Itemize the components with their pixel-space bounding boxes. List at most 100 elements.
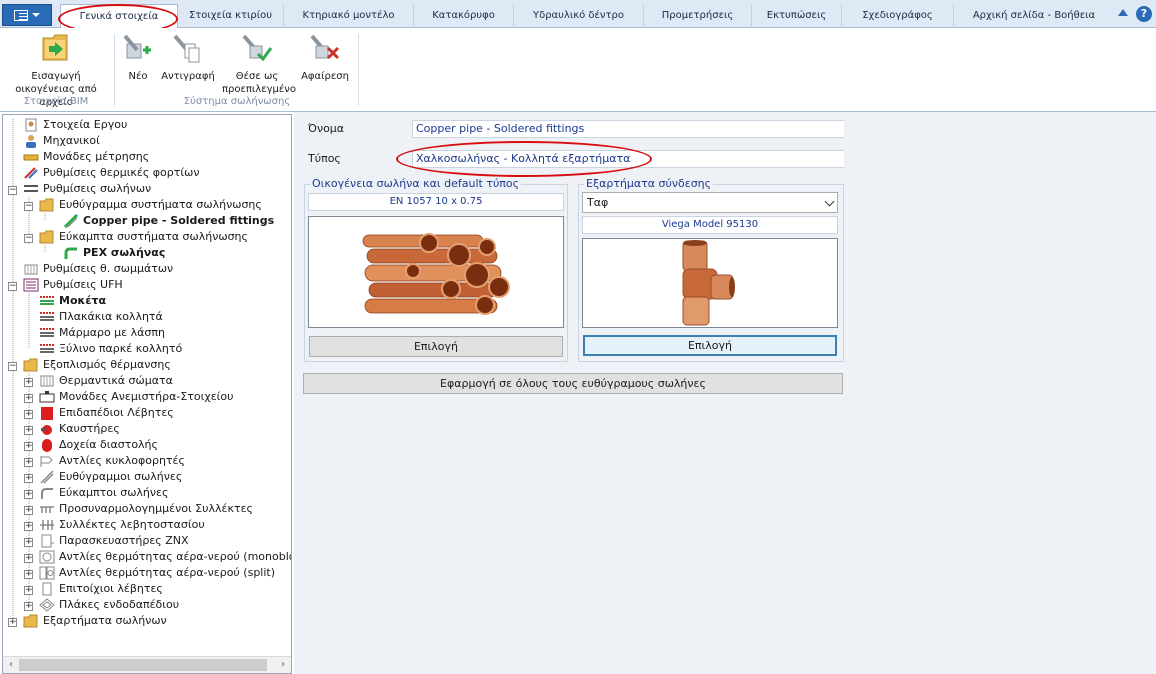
tab-hydraulic-tree[interactable]: Υδραυλικό δέντρο: [514, 4, 644, 28]
tree-item-pipe-settings[interactable]: Ρυθμίσεις σωλήνων: [23, 181, 151, 197]
ribbon-tab-bar: Γενικά στοιχεία Στοιχεία κτιρίου Κτηριακ…: [0, 0, 1156, 29]
tree-item-engineers[interactable]: Μηχανικοί: [23, 133, 100, 149]
pipe-family-select-button[interactable]: Επιλογή: [309, 336, 563, 357]
tree-item-straight-systems[interactable]: Ευθύγραμμα συστήματα σωλήνωσης: [39, 197, 262, 213]
wall-boiler-icon: [39, 582, 55, 596]
tab-drafter[interactable]: Σχεδιογράφος: [842, 4, 954, 28]
tree-item-thermal-loads[interactable]: Ρυθμίσεις θερμικές φορτίων: [23, 165, 199, 181]
collapse-icon[interactable]: −: [8, 362, 17, 371]
tab-quantities[interactable]: Προμετρήσεις: [644, 4, 752, 28]
copy-button[interactable]: Αντιγραφή: [160, 30, 216, 83]
tree-item-flexible-systems[interactable]: Εύκαμπτα συστήματα σωλήνωσης: [39, 229, 248, 245]
tree-item-label: Ξύλινο παρκέ κολλητό: [59, 342, 183, 355]
tree-item-carpet[interactable]: Μοκέτα: [39, 293, 106, 309]
tree-item-radiator-settings[interactable]: Ρυθμίσεις θ. σωμμάτων: [23, 261, 173, 277]
set-default-button[interactable]: Θέσε ως προεπιλεγμένο: [222, 30, 296, 96]
tree-item-units[interactable]: Μονάδες μέτρησης: [23, 149, 149, 165]
tree-item-label: Προσυναρμολογημμένοι Συλλέκτες: [59, 502, 253, 515]
expand-icon[interactable]: +: [24, 490, 33, 499]
tree-item-copper-pipe[interactable]: Copper pipe - Soldered fittings: [63, 213, 274, 229]
tree-item-project-data[interactable]: Στοιχεία Εργου: [23, 117, 127, 133]
tree-item-pipe-fittings[interactable]: Εξαρτήματα σωλήνων: [23, 613, 167, 629]
tab-vertical[interactable]: Κατακόρυφο: [414, 4, 514, 28]
expand-icon[interactable]: +: [24, 602, 33, 611]
tree-item-boiler-manifolds[interactable]: Συλλέκτες λεβητοστασίου: [39, 517, 205, 533]
ruler-icon: [23, 150, 39, 164]
expand-icon[interactable]: +: [24, 538, 33, 547]
tree-item-floor-boilers[interactable]: Επιδαπέδιοι Λέβητες: [39, 405, 174, 421]
tree-item-pex-pipe[interactable]: PEX σωλήνας: [63, 245, 165, 261]
collapse-icon[interactable]: −: [8, 186, 17, 195]
tree-horizontal-scrollbar[interactable]: ‹ ›: [3, 656, 291, 673]
tab-general[interactable]: Γενικά στοιχεία: [60, 4, 178, 29]
tab-building-data[interactable]: Στοιχεία κτιρίου: [178, 4, 284, 28]
floor-layer-icon: [39, 294, 55, 308]
expand-icon[interactable]: +: [24, 426, 33, 435]
remove-button[interactable]: Αφαίρεση: [300, 30, 350, 83]
tree-item-circulators[interactable]: Αντλίες κυκλοφορητές: [39, 453, 185, 469]
expand-icon[interactable]: +: [24, 570, 33, 579]
expand-icon[interactable]: +: [24, 442, 33, 451]
type-field[interactable]: Χαλκοσωλήνας - Κολλητά εξαρτήματα: [412, 150, 844, 168]
pump-icon: [39, 454, 55, 468]
expand-icon[interactable]: +: [24, 522, 33, 531]
tab-home-help[interactable]: Αρχική σελίδα - Βοήθεια: [954, 4, 1114, 28]
tab-building-model[interactable]: Κτηριακό μοντέλο: [284, 4, 414, 28]
tree-item-label: Επιδαπέδιοι Λέβητες: [59, 406, 174, 419]
help-icon[interactable]: ?: [1136, 6, 1152, 22]
fitting-type-select[interactable]: Ταφ: [582, 192, 838, 213]
expand-icon[interactable]: +: [24, 586, 33, 595]
new-button[interactable]: Νέο: [120, 30, 156, 83]
collapse-ribbon-icon[interactable]: [1118, 9, 1128, 16]
pipe-family-value: EN 1057 10 x 0.75: [308, 193, 564, 211]
tree-item-flexible-pipes[interactable]: Εύκαμπτοι σωλήνες: [39, 485, 168, 501]
tree-item-straight-pipes[interactable]: Ευθύγραμμοι σωλήνες: [39, 469, 182, 485]
expand-icon[interactable]: +: [24, 506, 33, 515]
expansion-tank-icon: [39, 438, 55, 452]
expand-icon[interactable]: +: [8, 618, 17, 627]
collapse-icon[interactable]: −: [24, 234, 33, 243]
tree-item-label: Μοκέτα: [59, 294, 107, 307]
tree-item-underfloor-panels[interactable]: Πλάκες ενδοδαπέδιου: [39, 597, 179, 613]
fitting-select-button[interactable]: Επιλογή: [583, 335, 837, 356]
tree-item-burners[interactable]: Καυστήρες: [39, 421, 120, 437]
tree-item-heat-pumps-split[interactable]: Αντλίες θερμότητας αέρα-νερού (split): [39, 565, 275, 581]
tree-item-marble[interactable]: Μάρμαρο με λάσπη: [39, 325, 165, 341]
pipe-system-editor: Όνομα Copper pipe - Soldered fittings Τύ…: [294, 112, 1156, 674]
apply-to-all-button[interactable]: Εφαρμογή σε όλους τους ευθύγραμους σωλήν…: [303, 373, 843, 394]
tab-prints[interactable]: Εκτυπώσεις: [752, 4, 842, 28]
expand-icon[interactable]: +: [24, 394, 33, 403]
scrollbar-thumb[interactable]: [19, 659, 267, 671]
tree-item-radiators[interactable]: Θερμαντικά σώματα: [39, 373, 173, 389]
scroll-left-icon[interactable]: ‹: [6, 660, 16, 670]
tree-item-wall-boilers[interactable]: Επιτοίχιοι λέβητες: [39, 581, 163, 597]
expand-icon[interactable]: +: [24, 410, 33, 419]
application-menu-button[interactable]: [2, 4, 52, 26]
tree-item-tiles[interactable]: Πλακάκια κολλητά: [39, 309, 163, 325]
scroll-right-icon[interactable]: ›: [278, 660, 288, 670]
name-field[interactable]: Copper pipe - Soldered fittings: [412, 120, 844, 138]
collapse-icon[interactable]: −: [8, 282, 17, 291]
tree-item-label: Αντλίες θερμότητας αέρα-νερού (split): [59, 566, 276, 579]
expand-icon[interactable]: +: [24, 474, 33, 483]
chevron-down-icon: [824, 196, 835, 207]
tree-item-heat-pumps-monobloc[interactable]: Αντλίες θερμότητας αέρα-νερού (monobloc: [39, 549, 291, 565]
tree-item-label: Μονάδες μέτρησης: [43, 150, 150, 163]
collapse-icon[interactable]: −: [24, 202, 33, 211]
tree-item-ufh-settings[interactable]: Ρυθμίσεις UFH: [23, 277, 123, 293]
tree-item-fan-coils[interactable]: Μονάδες Ανεμιστήρα-Στοιχείου: [39, 389, 234, 405]
menu-icon: [14, 9, 28, 21]
tree-item-expansion-tanks[interactable]: Δοχεία διαστολής: [39, 437, 158, 453]
tree-item-preassembled-manifolds[interactable]: Προσυναρμολογημμένοι Συλλέκτες: [39, 501, 253, 517]
expand-icon[interactable]: +: [24, 378, 33, 387]
tree-item-parquet[interactable]: Ξύλινο παρκέ κολλητό: [39, 341, 182, 357]
user-icon: [23, 134, 39, 148]
tree-item-label: PEX σωλήνας: [83, 246, 166, 259]
expand-icon[interactable]: +: [24, 554, 33, 563]
expand-icon[interactable]: +: [24, 458, 33, 467]
ribbon-panel: Εισαγωγή οικογένειας από αρχείο Στοιχεία…: [0, 28, 1156, 112]
floor-layer-icon: [39, 326, 55, 340]
tree-item-heating-equipment[interactable]: Εξοπλισμός θέρμανσης: [23, 357, 171, 373]
group-label-bim: Στοιχεία BIM: [23, 96, 89, 107]
tree-item-dhw-heaters[interactable]: Παρασκευαστήρες ΖΝΧ: [39, 533, 189, 549]
